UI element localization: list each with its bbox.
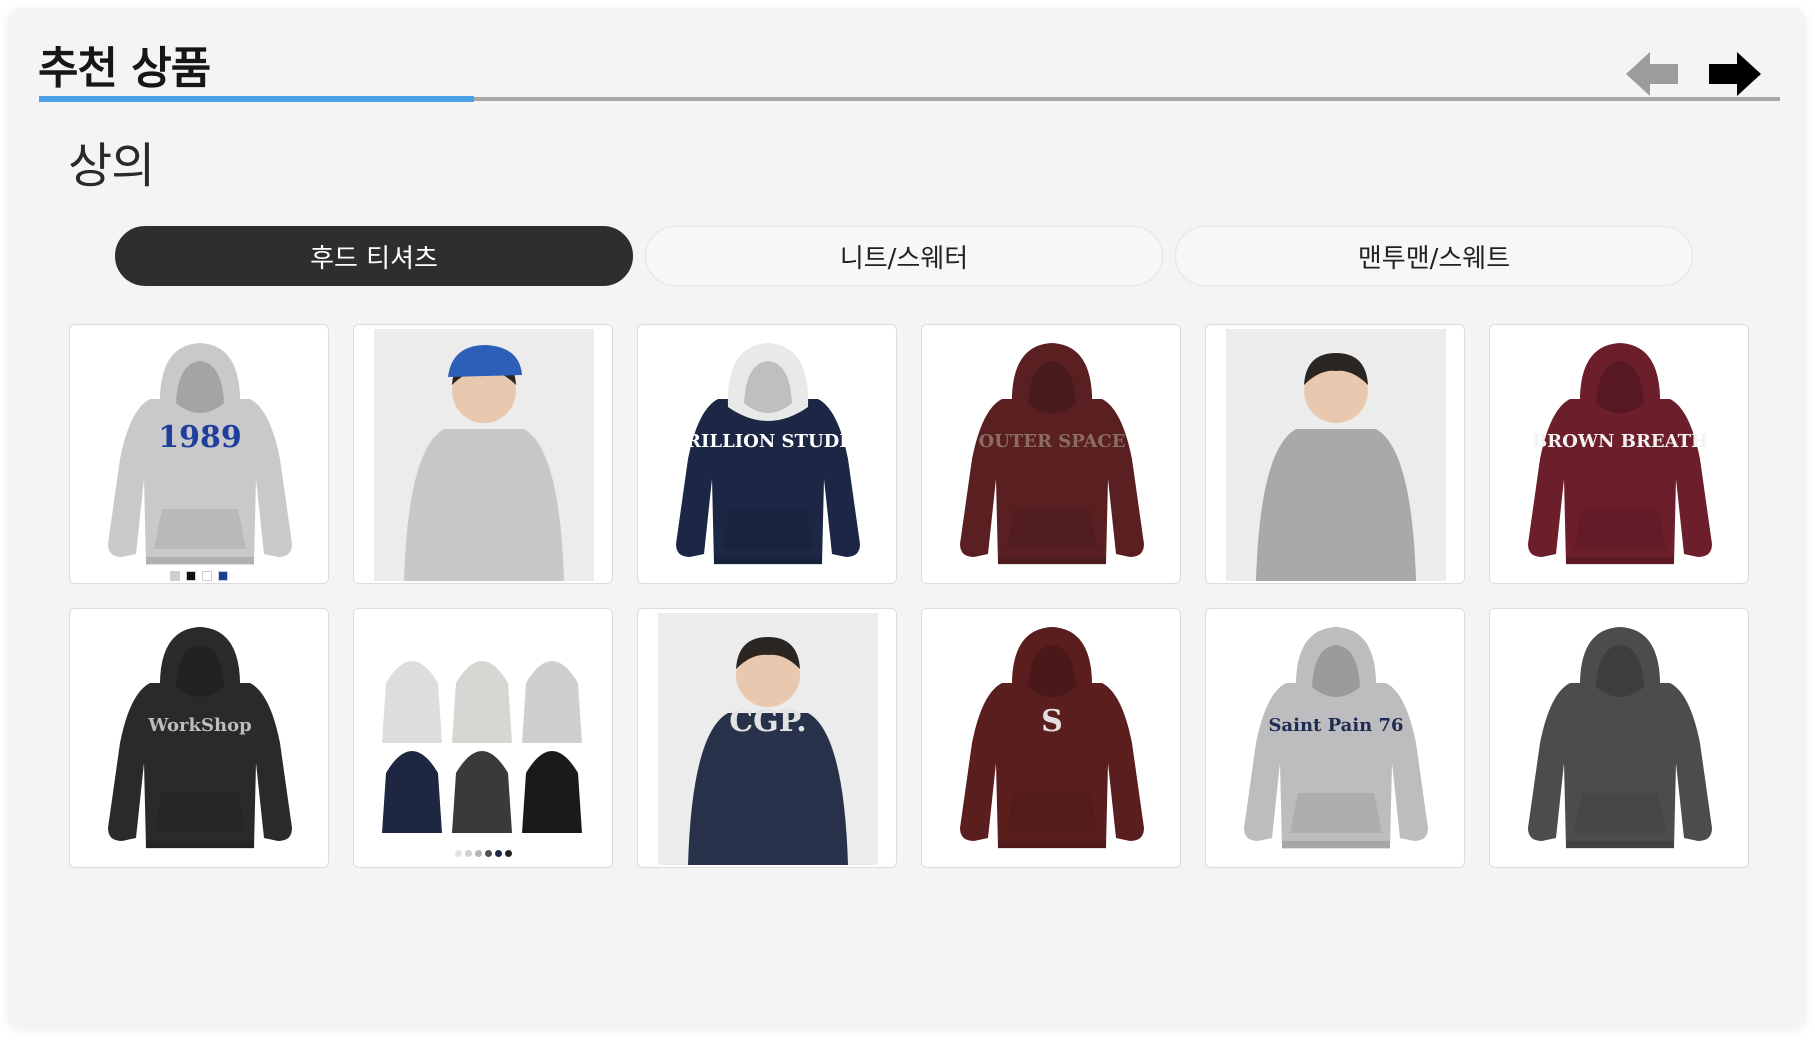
color-dots	[354, 850, 612, 857]
product-card[interactable]: BROWN BREATH	[1489, 324, 1749, 584]
model-photo	[1226, 329, 1446, 581]
product-card[interactable]: Saint Pain 76	[1205, 608, 1465, 868]
product-card[interactable]	[1489, 608, 1749, 868]
product-card[interactable]	[353, 608, 613, 868]
model-photo	[658, 613, 878, 865]
subcategory-tabs: 후드 티셔츠 니트/스웨터 맨투맨/스웨트	[115, 226, 1693, 286]
carousel-progress-track	[39, 96, 1780, 102]
recommended-products-panel: 추천 상품 상의 후드 티셔츠 니트/스웨터 맨투맨/스웨트 1989 TRILL…	[8, 8, 1806, 1028]
product-card[interactable]: WorkShop	[69, 608, 329, 868]
hoodie-image	[108, 627, 292, 849]
color-swatch	[218, 571, 228, 581]
next-button[interactable]	[1705, 44, 1765, 104]
hoodie-image	[1528, 627, 1712, 849]
hoodie-image	[676, 343, 860, 565]
arrow-right-icon	[1709, 52, 1761, 96]
product-card[interactable]	[1205, 324, 1465, 584]
color-swatches	[70, 571, 328, 581]
prev-button[interactable]	[1622, 44, 1682, 104]
product-grid: 1989 TRILLION STUDIO OUTER SPACE BROWN BREA…	[69, 324, 1749, 868]
hoodie-variants-image	[382, 661, 582, 833]
product-card[interactable]: TRILLION STUDIO	[637, 324, 897, 584]
color-swatch	[186, 571, 196, 581]
color-dot	[504, 850, 512, 857]
tab-hoodie[interactable]: 후드 티셔츠	[115, 226, 633, 286]
product-card[interactable]: CGP.	[637, 608, 897, 868]
product-card[interactable]: S	[921, 608, 1181, 868]
product-card[interactable]	[353, 324, 613, 584]
hoodie-image	[960, 627, 1144, 849]
hoodie-image	[108, 343, 292, 565]
section-title: 추천 상품	[38, 43, 211, 94]
hoodie-image	[960, 343, 1144, 565]
color-swatch	[170, 571, 180, 581]
color-dot	[494, 850, 502, 857]
color-dot	[474, 850, 482, 857]
color-swatch	[202, 571, 212, 581]
hoodie-image	[1244, 627, 1428, 849]
product-card[interactable]: 1989	[69, 324, 329, 584]
model-photo	[374, 329, 594, 581]
color-dot	[454, 850, 462, 857]
category-title: 상의	[68, 138, 155, 194]
color-dot	[484, 850, 492, 857]
tab-knit-sweater[interactable]: 니트/스웨터	[645, 226, 1163, 286]
tab-sweatshirt[interactable]: 맨투맨/스웨트	[1175, 226, 1693, 286]
carousel-progress-fill	[39, 96, 475, 102]
hoodie-image	[1528, 343, 1712, 565]
arrow-left-icon	[1626, 52, 1678, 96]
color-dot	[464, 850, 472, 857]
product-card[interactable]: OUTER SPACE	[921, 324, 1181, 584]
